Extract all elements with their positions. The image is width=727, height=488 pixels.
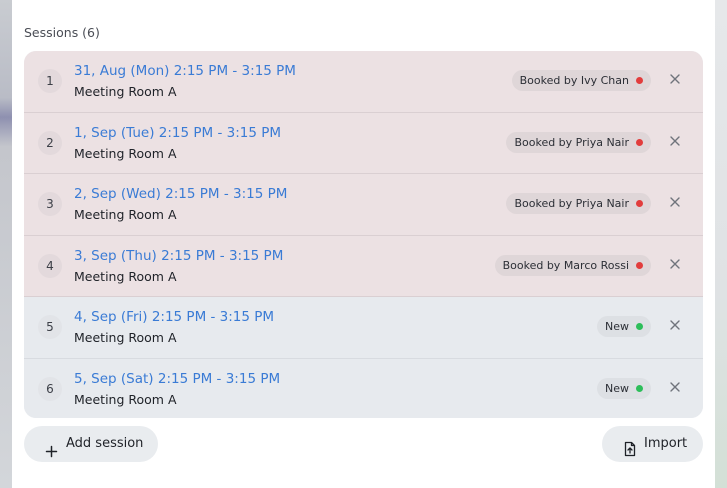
session-row: 3 2, Sep (Wed) 2:15 PM - 3:15 PM Meeting… bbox=[24, 174, 703, 236]
session-number: 1 bbox=[38, 69, 62, 93]
session-room: Meeting Room A bbox=[74, 330, 177, 345]
import-label: Import bbox=[644, 436, 688, 451]
status-badge: New bbox=[597, 316, 651, 337]
session-room: Meeting Room A bbox=[74, 268, 177, 284]
remove-session-button[interactable] bbox=[668, 195, 682, 209]
status-dot bbox=[636, 138, 643, 146]
remove-session-button[interactable] bbox=[668, 318, 682, 332]
session-room: Meeting Room A bbox=[74, 207, 177, 222]
status-badge: New bbox=[597, 377, 651, 399]
session-number: 2 bbox=[38, 130, 62, 155]
status-badge: Booked by Priya Nair bbox=[506, 131, 651, 153]
sessions-header: Sessions (6) bbox=[24, 25, 100, 40]
session-room: Meeting Room A bbox=[74, 145, 177, 161]
status-badge: Booked by Ivy Chan bbox=[511, 70, 651, 91]
add-session-label: Add session bbox=[66, 436, 144, 451]
remove-session-button[interactable] bbox=[668, 257, 682, 271]
status-badge-label: New bbox=[605, 320, 629, 333]
remove-session-button[interactable] bbox=[668, 72, 682, 86]
session-title-link[interactable]: 2, Sep (Wed) 2:15 PM - 3:15 PM bbox=[74, 186, 287, 202]
session-title-link[interactable]: 5, Sep (Sat) 2:15 PM - 3:15 PM bbox=[74, 371, 280, 387]
session-room: Meeting Room A bbox=[74, 84, 177, 99]
file-import-icon bbox=[623, 436, 637, 472]
close-icon bbox=[670, 135, 680, 146]
status-dot bbox=[636, 200, 643, 207]
status-badge-label: Booked by Ivy Chan bbox=[519, 74, 629, 87]
sessions-list: 1 31, Aug (Mon) 2:15 PM - 3:15 PM Meetin… bbox=[24, 51, 703, 418]
session-number: 6 bbox=[38, 376, 62, 401]
status-dot bbox=[636, 323, 643, 330]
close-icon bbox=[670, 258, 680, 269]
status-badge-label: New bbox=[605, 381, 629, 395]
background-left bbox=[0, 0, 12, 488]
session-title-link[interactable]: 4, Sep (Fri) 2:15 PM - 3:15 PM bbox=[74, 309, 274, 325]
session-number: 4 bbox=[38, 253, 62, 278]
status-dot bbox=[636, 77, 643, 84]
session-room: Meeting Room A bbox=[74, 391, 177, 407]
plus-icon bbox=[45, 437, 58, 473]
session-row: 2 1, Sep (Tue) 2:15 PM - 3:15 PM Meeting… bbox=[24, 112, 703, 174]
session-title-link[interactable]: 3, Sep (Thu) 2:15 PM - 3:15 PM bbox=[74, 248, 283, 264]
status-badge-label: Booked by Priya Nair bbox=[514, 135, 629, 149]
remove-session-button[interactable] bbox=[668, 134, 682, 148]
session-title-link[interactable]: 1, Sep (Tue) 2:15 PM - 3:15 PM bbox=[74, 125, 281, 141]
session-number: 5 bbox=[38, 315, 62, 339]
session-row: 4 3, Sep (Thu) 2:15 PM - 3:15 PM Meeting… bbox=[24, 235, 703, 297]
status-badge-label: Booked by Marco Rossi bbox=[502, 258, 629, 272]
close-icon bbox=[670, 381, 680, 392]
import-button[interactable]: Import bbox=[602, 426, 703, 462]
add-session-button[interactable]: Add session bbox=[24, 426, 158, 462]
background-right bbox=[715, 0, 727, 488]
close-icon bbox=[670, 74, 680, 84]
close-icon bbox=[670, 320, 680, 330]
status-dot bbox=[636, 384, 643, 392]
session-title-link[interactable]: 31, Aug (Mon) 2:15 PM - 3:15 PM bbox=[74, 63, 296, 79]
status-badge: Booked by Marco Rossi bbox=[494, 254, 651, 276]
status-dot bbox=[636, 261, 643, 269]
status-badge: Booked by Priya Nair bbox=[506, 193, 651, 214]
remove-session-button[interactable] bbox=[668, 380, 682, 394]
session-number: 3 bbox=[38, 192, 62, 216]
session-row: 1 31, Aug (Mon) 2:15 PM - 3:15 PM Meetin… bbox=[24, 51, 703, 113]
status-badge-label: Booked by Priya Nair bbox=[514, 197, 629, 210]
session-row: 5 4, Sep (Fri) 2:15 PM - 3:15 PM Meeting… bbox=[24, 297, 703, 359]
close-icon bbox=[670, 197, 680, 207]
session-row: 6 5, Sep (Sat) 2:15 PM - 3:15 PM Meeting… bbox=[24, 358, 703, 418]
